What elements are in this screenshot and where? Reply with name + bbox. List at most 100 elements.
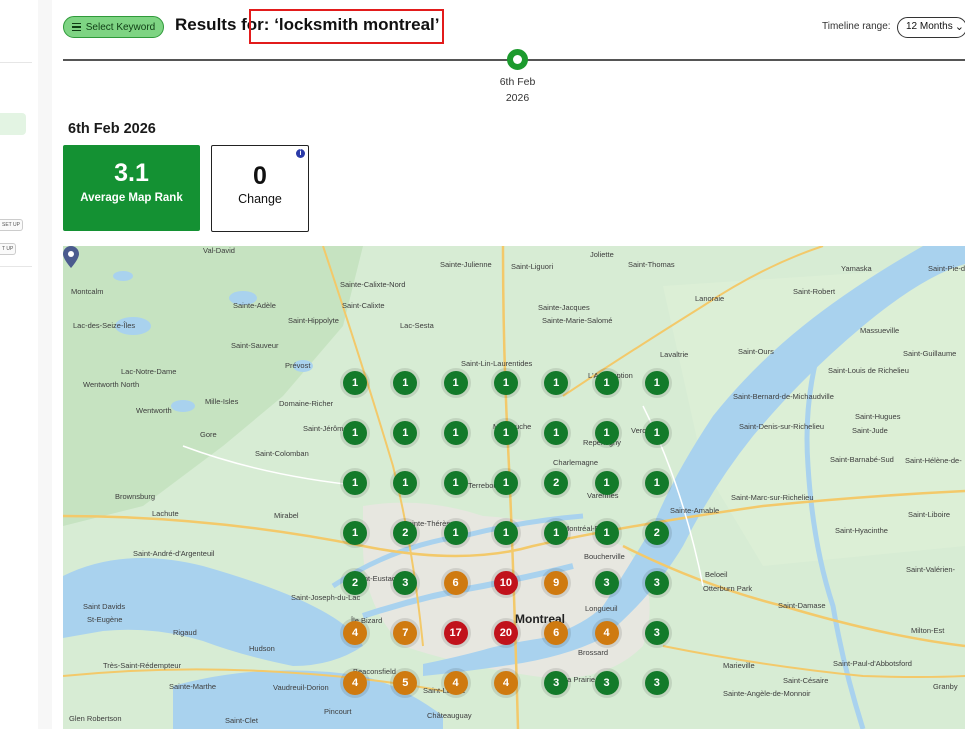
map-place-label: Saint-Clet [225, 716, 258, 725]
map-place-label: Saint-André-d'Argenteuil [133, 549, 215, 558]
rank-pin[interactable]: 3 [594, 671, 619, 695]
map-place-label: Saint-Jérôme [303, 424, 348, 433]
rank-pin[interactable]: 1 [343, 471, 367, 495]
rank-pin[interactable]: 1 [443, 421, 468, 445]
rank-pin[interactable]: 3 [544, 671, 569, 695]
map-place-label: Vaudreuil-Dorion [273, 683, 329, 692]
map-place-label: Brownsburg [115, 492, 156, 501]
select-keyword-button[interactable]: Select Keyword [63, 16, 164, 38]
rank-pin[interactable]: 9 [544, 571, 569, 595]
rank-pin[interactable]: 1 [544, 421, 569, 445]
timeline-date-line1: 6th Feb [499, 76, 536, 88]
rank-pin[interactable]: 3 [644, 571, 669, 595]
map-place-label: Lanoraie [695, 294, 725, 303]
map-place-label: Beloeil [705, 570, 728, 579]
rank-pin[interactable]: 4 [343, 621, 367, 645]
rank-pin[interactable]: 1 [644, 471, 669, 495]
timeline-range-value: 12 Months [906, 21, 953, 32]
rank-pin[interactable]: 1 [594, 471, 619, 495]
rank-pin[interactable]: 1 [493, 521, 518, 545]
sidebar: SET UP T UP [0, 0, 39, 729]
rank-pin[interactable]: 1 [544, 521, 569, 545]
rank-pin[interactable]: 3 [594, 571, 619, 595]
map-place-label: Saint-Thomas [628, 260, 675, 269]
rank-pin[interactable]: 1 [644, 421, 669, 445]
average-map-rank-value: 3.1 [114, 159, 149, 187]
map-place-label: Rigaud [173, 628, 197, 637]
rank-pin[interactable]: 1 [443, 521, 468, 545]
sidebar-active-item[interactable] [0, 113, 26, 135]
rank-pin[interactable]: 6 [443, 571, 468, 595]
rank-pin[interactable]: 3 [644, 621, 669, 645]
rank-map[interactable]: Val-David Sainte-Julienne Saint-Liguori Jol… [63, 246, 965, 729]
average-map-rank-label: Average Map Rank [80, 192, 183, 204]
info-icon[interactable]: i [296, 149, 305, 158]
section-date: 6th Feb 2026 [68, 121, 156, 137]
rank-pin[interactable]: 1 [594, 371, 619, 395]
rank-pin[interactable]: 6 [544, 621, 569, 645]
rank-pin[interactable]: 1 [544, 371, 569, 395]
rank-pin[interactable]: 1 [343, 521, 367, 545]
map-place-label: Massueville [860, 326, 900, 335]
map-place-label: Saint-Robert [793, 287, 836, 296]
map-place-label: Domaine-Richer [279, 399, 334, 408]
map-place-label: Marieville [723, 661, 755, 670]
rank-pin[interactable]: 20 [493, 621, 518, 645]
map-place-label: Saint-Calixte [342, 301, 385, 310]
map-place-label: Val-David [203, 246, 235, 255]
map-place-label: Pincourt [324, 707, 352, 716]
map-place-label: Saint-Guillaume [903, 349, 957, 358]
map-place-label: Saint-Barnabé-Sud [830, 455, 894, 464]
rank-pin[interactable]: 1 [594, 521, 619, 545]
select-keyword-label: Select Keyword [85, 21, 156, 33]
rank-pin[interactable]: 4 [594, 621, 619, 645]
rank-pin[interactable]: 3 [644, 671, 669, 695]
map-place-label: Lachute [152, 509, 179, 518]
rank-pin[interactable]: 2 [544, 471, 569, 495]
change-label: Change [238, 192, 282, 206]
map-place-label: Saint-Lin-Laurentides [461, 359, 533, 368]
rank-pin[interactable]: 2 [644, 521, 669, 545]
rank-pin[interactable]: 1 [443, 371, 468, 395]
map-place-label: Saint-Ours [738, 347, 774, 356]
rank-pin[interactable]: 4 [493, 671, 518, 695]
map-place-label: Saint-Joseph-du-Lac [291, 593, 361, 602]
rank-pin[interactable]: 17 [443, 621, 468, 645]
rank-pin[interactable]: 1 [493, 421, 518, 445]
setup-chip[interactable]: SET UP [0, 219, 23, 231]
average-map-rank-card: 3.1 Average Map Rank [63, 145, 200, 231]
rank-pin[interactable]: 10 [493, 571, 518, 595]
rank-pin[interactable]: 1 [343, 421, 367, 445]
sidebar-gutter [38, 0, 52, 729]
rank-pin[interactable]: 1 [594, 421, 619, 445]
timeline-range-label: Timeline range: [822, 21, 891, 32]
map-place-label: Saint-Bernard-de-Michaudville [733, 392, 834, 401]
timeline-point[interactable] [507, 49, 528, 70]
map-place-label: Prévost [285, 361, 311, 370]
rank-pin[interactable]: 1 [493, 371, 518, 395]
rank-pin[interactable]: 4 [443, 671, 468, 695]
change-card: i 0 Change [211, 145, 309, 232]
rank-pin[interactable]: 1 [493, 471, 518, 495]
map-place-label: Saint-Liboire [908, 510, 951, 519]
map-place-label: Wentworth [136, 406, 172, 415]
map-place-label: St-Eugène [87, 615, 123, 624]
rank-pin[interactable]: 1 [343, 371, 367, 395]
map-place-label: Sainte-Angèle-de-Monnoir [723, 689, 811, 698]
rank-pin[interactable]: 2 [343, 571, 367, 595]
map-place-label: Mille-Isles [205, 397, 239, 406]
map-place-label: Saint-Césaire [783, 676, 829, 685]
map-place-label: Saint-Jude [852, 426, 888, 435]
setup-chip[interactable]: T UP [0, 243, 17, 255]
rank-pin[interactable]: 4 [343, 671, 367, 695]
map-place-label: Longueuil [585, 604, 618, 613]
map-place-label: Lac-des-Seize-Îles [73, 321, 136, 330]
rank-pin[interactable]: 1 [443, 471, 468, 495]
timeline-range-select[interactable]: 12 Months ⌄ [897, 17, 965, 38]
sidebar-divider [0, 62, 32, 63]
map-place-label: Sainte-Julienne [440, 260, 492, 269]
map-place-label: Otterburn Park [703, 584, 753, 593]
rank-pin[interactable]: 1 [644, 371, 669, 395]
change-value: 0 [253, 162, 267, 190]
map-place-label: Gore [200, 430, 217, 439]
